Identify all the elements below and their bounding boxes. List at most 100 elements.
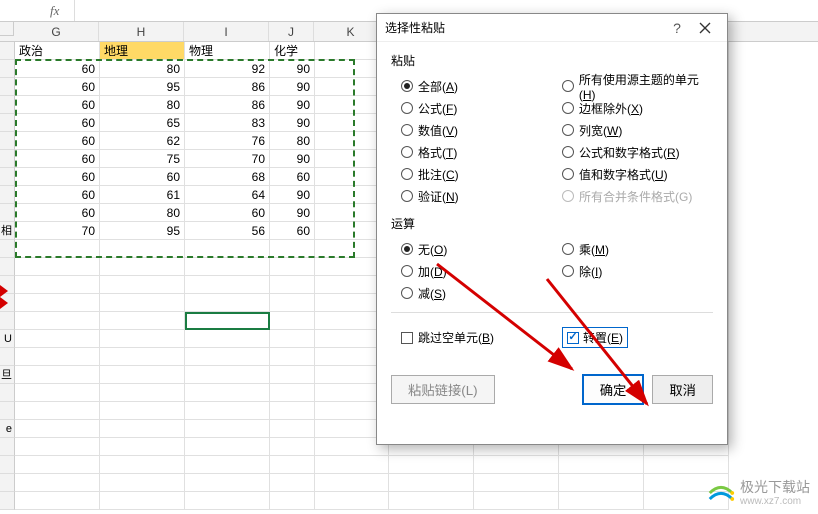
- row-header[interactable]: [0, 114, 15, 132]
- cell[interactable]: 83: [185, 114, 270, 132]
- radio-option[interactable]: 格式(T): [401, 141, 552, 163]
- radio-option[interactable]: 除(I): [562, 260, 713, 282]
- cell[interactable]: [185, 402, 270, 420]
- cell[interactable]: [270, 420, 315, 438]
- cell[interactable]: [185, 384, 270, 402]
- row-header[interactable]: [0, 492, 15, 510]
- cell[interactable]: 60: [15, 132, 100, 150]
- row-header[interactable]: [0, 348, 15, 366]
- close-icon[interactable]: [691, 14, 719, 42]
- cell[interactable]: 80: [270, 132, 315, 150]
- cell[interactable]: [185, 366, 270, 384]
- cell[interactable]: 60: [15, 114, 100, 132]
- cell[interactable]: [185, 276, 270, 294]
- cell[interactable]: 92: [185, 60, 270, 78]
- cell[interactable]: [270, 348, 315, 366]
- cell[interactable]: [100, 276, 185, 294]
- cell[interactable]: [270, 312, 315, 330]
- help-button[interactable]: ?: [663, 14, 691, 42]
- radio-option[interactable]: 数值(V): [401, 119, 552, 141]
- cell[interactable]: [100, 240, 185, 258]
- cell[interactable]: 80: [100, 60, 185, 78]
- cell[interactable]: [185, 312, 270, 330]
- cell[interactable]: 80: [100, 96, 185, 114]
- radio-option[interactable]: 乘(M): [562, 238, 713, 260]
- cell[interactable]: [185, 348, 270, 366]
- column-header-J[interactable]: J: [269, 22, 314, 41]
- cell[interactable]: [100, 456, 185, 474]
- cell[interactable]: 90: [270, 114, 315, 132]
- row-header[interactable]: [0, 204, 15, 222]
- radio-option[interactable]: 减(S): [401, 282, 552, 304]
- cell[interactable]: [15, 438, 100, 456]
- cell[interactable]: 64: [185, 186, 270, 204]
- cell[interactable]: [15, 384, 100, 402]
- cell[interactable]: 68: [185, 168, 270, 186]
- cell[interactable]: [270, 492, 315, 510]
- cell[interactable]: 90: [270, 204, 315, 222]
- cell[interactable]: 56: [185, 222, 270, 240]
- cell[interactable]: [15, 330, 100, 348]
- cell[interactable]: [644, 456, 729, 474]
- cell[interactable]: 65: [100, 114, 185, 132]
- cell[interactable]: [559, 456, 644, 474]
- cell[interactable]: [185, 240, 270, 258]
- cell[interactable]: [15, 420, 100, 438]
- cell[interactable]: [270, 276, 315, 294]
- cell[interactable]: 90: [270, 96, 315, 114]
- row-header[interactable]: [0, 186, 15, 204]
- cell[interactable]: [15, 366, 100, 384]
- cell[interactable]: [185, 456, 270, 474]
- cell[interactable]: [185, 474, 270, 492]
- row-header[interactable]: [0, 456, 15, 474]
- radio-option[interactable]: 公式(F): [401, 97, 552, 119]
- cell[interactable]: [100, 312, 185, 330]
- cell[interactable]: [100, 492, 185, 510]
- column-header-H[interactable]: H: [99, 22, 184, 41]
- radio-option[interactable]: 值和数字格式(U): [562, 163, 713, 185]
- cell[interactable]: [100, 348, 185, 366]
- row-header[interactable]: [0, 96, 15, 114]
- row-header[interactable]: [0, 384, 15, 402]
- cell[interactable]: 60: [15, 186, 100, 204]
- cell[interactable]: [100, 294, 185, 312]
- cell[interactable]: 地理: [100, 42, 185, 60]
- radio-option[interactable]: 无(O): [401, 238, 552, 260]
- fx-label[interactable]: fx: [50, 3, 59, 19]
- row-header[interactable]: [0, 150, 15, 168]
- cell[interactable]: [15, 312, 100, 330]
- row-header[interactable]: e: [0, 420, 15, 438]
- cell[interactable]: [185, 330, 270, 348]
- cancel-button[interactable]: 取消: [652, 375, 713, 404]
- cell[interactable]: [270, 366, 315, 384]
- cell[interactable]: 60: [15, 78, 100, 96]
- cell[interactable]: 60: [15, 204, 100, 222]
- row-header[interactable]: [0, 474, 15, 492]
- cell[interactable]: [270, 330, 315, 348]
- cell[interactable]: [15, 294, 100, 312]
- cell[interactable]: 60: [270, 168, 315, 186]
- row-header[interactable]: [0, 438, 15, 456]
- paste-link-button[interactable]: 粘贴链接(L): [391, 375, 495, 404]
- cell[interactable]: 70: [185, 150, 270, 168]
- column-header-G[interactable]: G: [14, 22, 99, 41]
- cell[interactable]: 60: [15, 60, 100, 78]
- row-header[interactable]: 旦: [0, 366, 15, 384]
- cell[interactable]: [315, 474, 389, 492]
- cell[interactable]: [15, 492, 100, 510]
- cell[interactable]: [389, 474, 474, 492]
- row-header[interactable]: [0, 258, 15, 276]
- cell[interactable]: [15, 456, 100, 474]
- cell[interactable]: 76: [185, 132, 270, 150]
- cell[interactable]: 75: [100, 150, 185, 168]
- row-header[interactable]: [0, 168, 15, 186]
- cell[interactable]: [15, 240, 100, 258]
- cell[interactable]: 60: [15, 96, 100, 114]
- cell[interactable]: [315, 492, 389, 510]
- cell[interactable]: [100, 384, 185, 402]
- cell[interactable]: [15, 348, 100, 366]
- row-header[interactable]: 相: [0, 222, 15, 240]
- cell[interactable]: [100, 330, 185, 348]
- cell[interactable]: [15, 402, 100, 420]
- ok-button[interactable]: 确定: [582, 374, 645, 405]
